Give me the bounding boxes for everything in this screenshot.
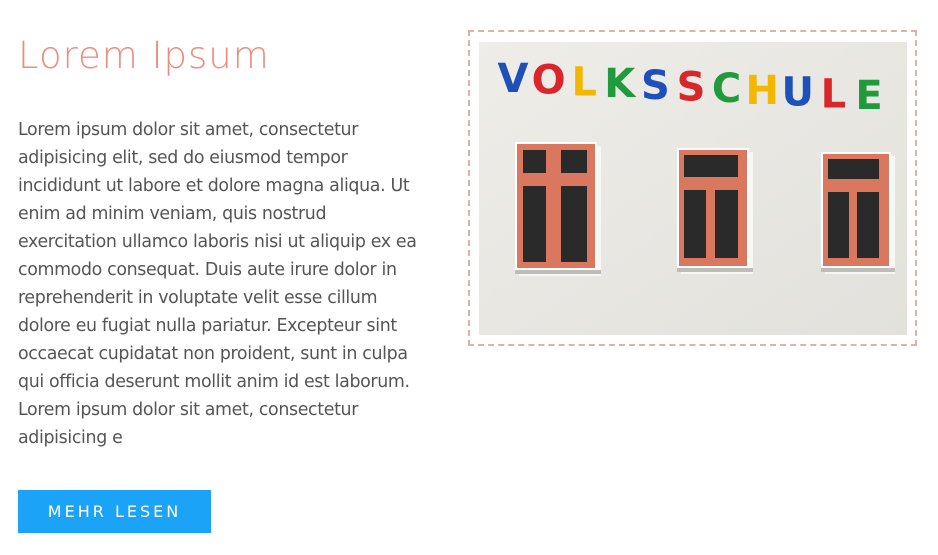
- read-more-button[interactable]: MEHR LESEN: [18, 490, 211, 533]
- sign-letter: E: [855, 73, 882, 119]
- window: [821, 152, 895, 274]
- school-building-photo: VOLKSSCHULE: [479, 42, 907, 335]
- sign-letter: C: [712, 66, 741, 112]
- article-title: Lorem Ipsum: [18, 34, 270, 77]
- article-body: Lorem ipsum dolor sit amet, consectetur …: [18, 120, 417, 448]
- sign-letter: L: [821, 71, 847, 117]
- sign-letter: K: [604, 61, 637, 107]
- sign-letter: V: [498, 56, 529, 102]
- sign-letter: O: [532, 58, 566, 104]
- sign-letter: U: [782, 70, 814, 116]
- sign-letter: S: [641, 63, 670, 109]
- window: [515, 142, 601, 276]
- sign-letter: S: [677, 65, 706, 111]
- sign-letter: H: [745, 68, 778, 114]
- window: [677, 148, 753, 274]
- sign-letter: L: [571, 59, 597, 105]
